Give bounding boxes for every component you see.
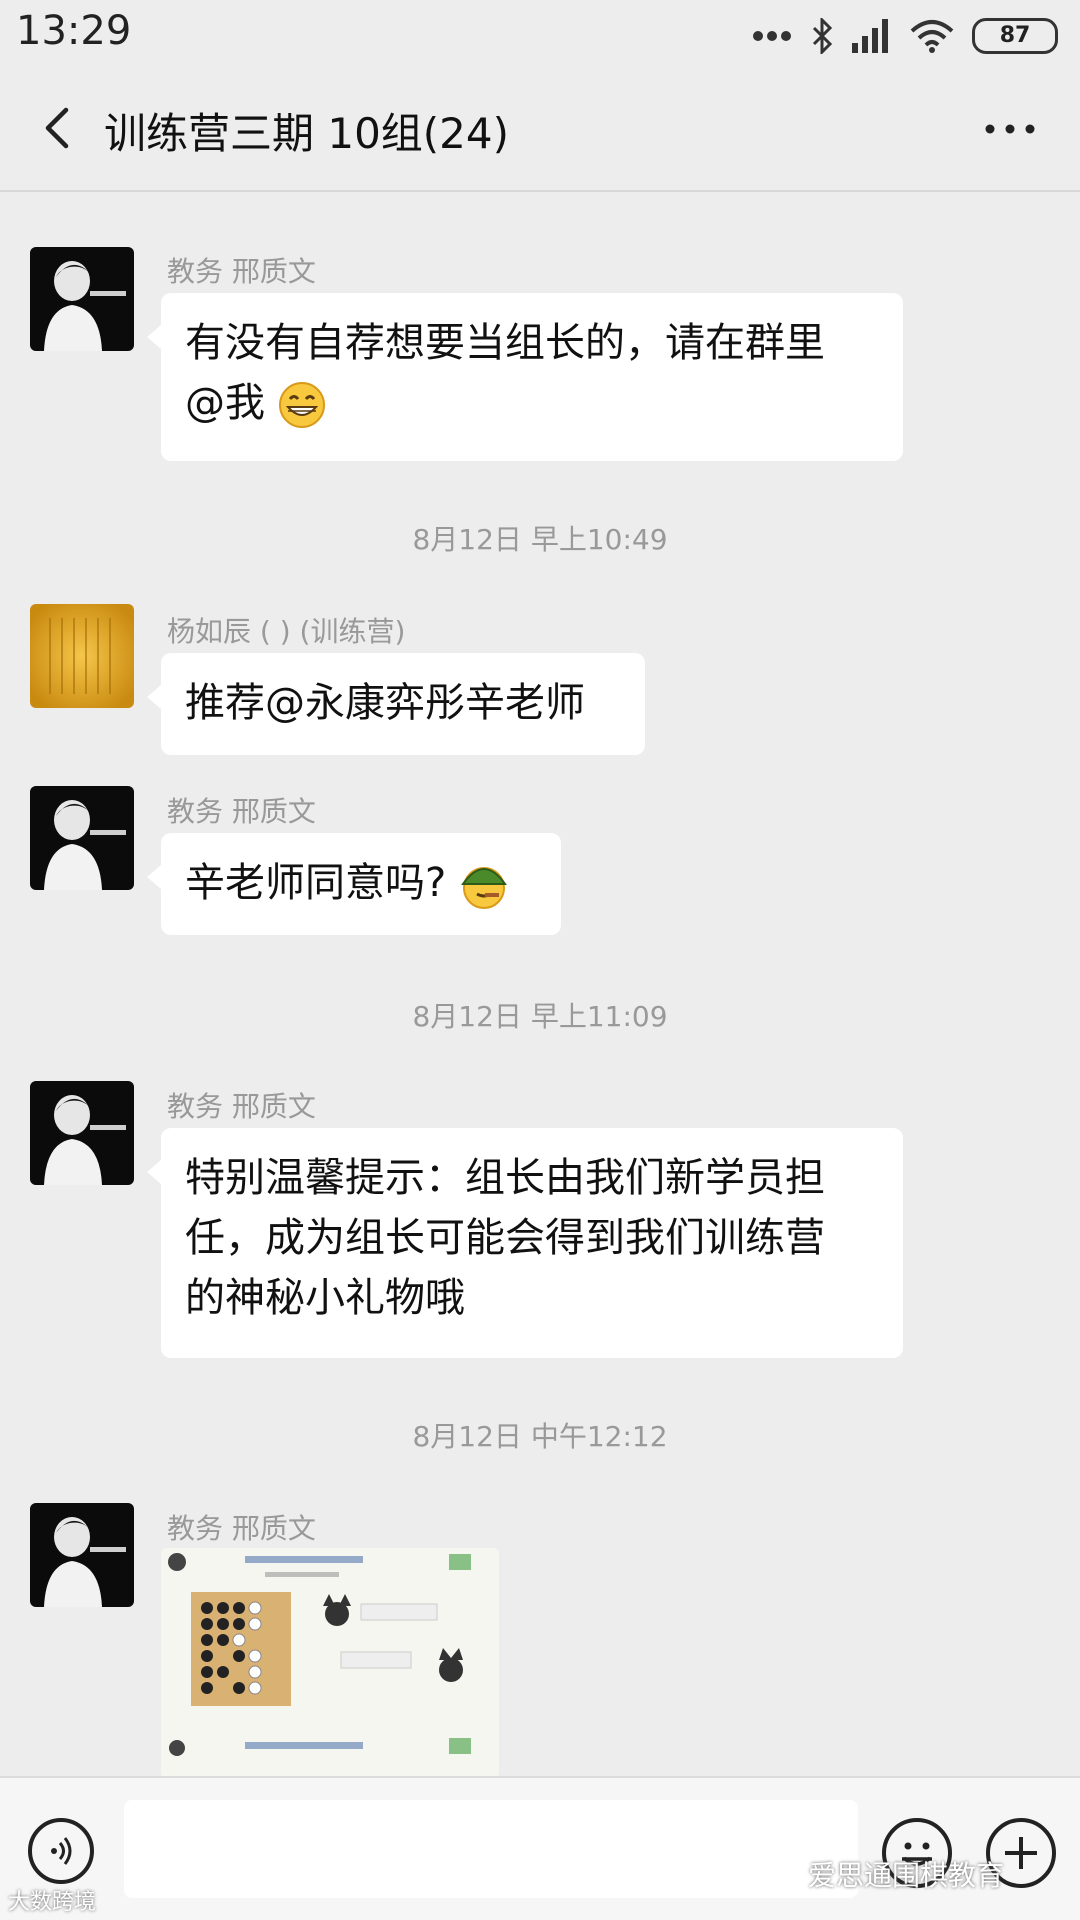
avatar-jiaowu[interactable]: [30, 247, 134, 351]
avatar-jiaowu[interactable]: [30, 1503, 134, 1607]
signal-icon: [852, 19, 888, 53]
status-icons: 87: [752, 14, 1058, 58]
timestamp: 8月12日 中午12:12: [412, 1420, 668, 1453]
watermark-left: 大数跨境: [8, 1890, 97, 1915]
chat-header: 训练营三期 10组(24): [0, 70, 1080, 192]
back-chevron-icon[interactable]: [30, 98, 90, 158]
avatar-jiaowu[interactable]: [30, 786, 134, 890]
sender-name: 教务 邢质文: [167, 1090, 316, 1123]
message-text: @我: [185, 380, 265, 426]
message-line: 的神秘小礼物哦: [185, 1275, 465, 1321]
message-line: 辛老师同意吗?: [185, 853, 537, 913]
avatar-jiaowu[interactable]: [30, 1081, 134, 1185]
voice-icon[interactable]: [28, 1818, 94, 1884]
status-bar: 13:29 87: [0, 0, 1080, 70]
wifi-icon: [910, 20, 954, 53]
message-line: 特别温馨提示：组长由我们新学员担: [185, 1155, 825, 1201]
chat-screen: 13:29 87 训练营三期 10组(24) 教务 邢质文 有没有自荐想要当组长…: [0, 0, 1080, 1920]
input-bar: [0, 1776, 1080, 1920]
message-line: 有没有自荐想要当组长的，请在群里: [185, 320, 825, 366]
message-line: @我: [185, 373, 879, 433]
message-input[interactable]: [124, 1800, 858, 1898]
message-bubble[interactable]: 特别温馨提示：组长由我们新学员担 任，成为组长可能会得到我们训练营 的神秘小礼物…: [147, 1128, 903, 1358]
more-dots-icon[interactable]: [980, 114, 1040, 144]
message-line: 推荐@永康弈彤辛老师: [185, 680, 585, 726]
sender-name: 杨如辰 ( ) (训练营): [167, 615, 406, 648]
message-line: 任，成为组长可能会得到我们训练营: [185, 1215, 825, 1261]
message-bubble[interactable]: 推荐@永康弈彤辛老师: [147, 653, 645, 755]
message-text: 辛老师同意吗?: [185, 860, 447, 906]
dots-icon: [753, 31, 791, 41]
bluetooth-icon: [812, 18, 833, 54]
grin-emoji-icon: [278, 382, 325, 428]
chat-title: 训练营三期 10组(24): [104, 109, 510, 158]
watermark-right: 爱思通围棋教育: [808, 1859, 1005, 1892]
message-bubble[interactable]: 有没有自荐想要当组长的，请在群里 @我: [147, 293, 903, 461]
battery-icon: 87: [972, 18, 1058, 54]
sender-name: 教务 邢质文: [167, 795, 316, 828]
sender-name: 教务 邢质文: [167, 1512, 316, 1545]
status-time: 13:29: [16, 8, 132, 54]
avatar-yangruchen[interactable]: [30, 604, 134, 708]
shared-image-thumbnail[interactable]: [161, 1548, 499, 1778]
timestamp: 8月12日 早上10:49: [412, 523, 668, 556]
message-bubble[interactable]: 辛老师同意吗?: [147, 833, 561, 935]
helmet-emoji-icon: [461, 867, 507, 909]
timestamp: 8月12日 早上11:09: [412, 1000, 668, 1033]
sender-name: 教务 邢质文: [167, 255, 316, 288]
